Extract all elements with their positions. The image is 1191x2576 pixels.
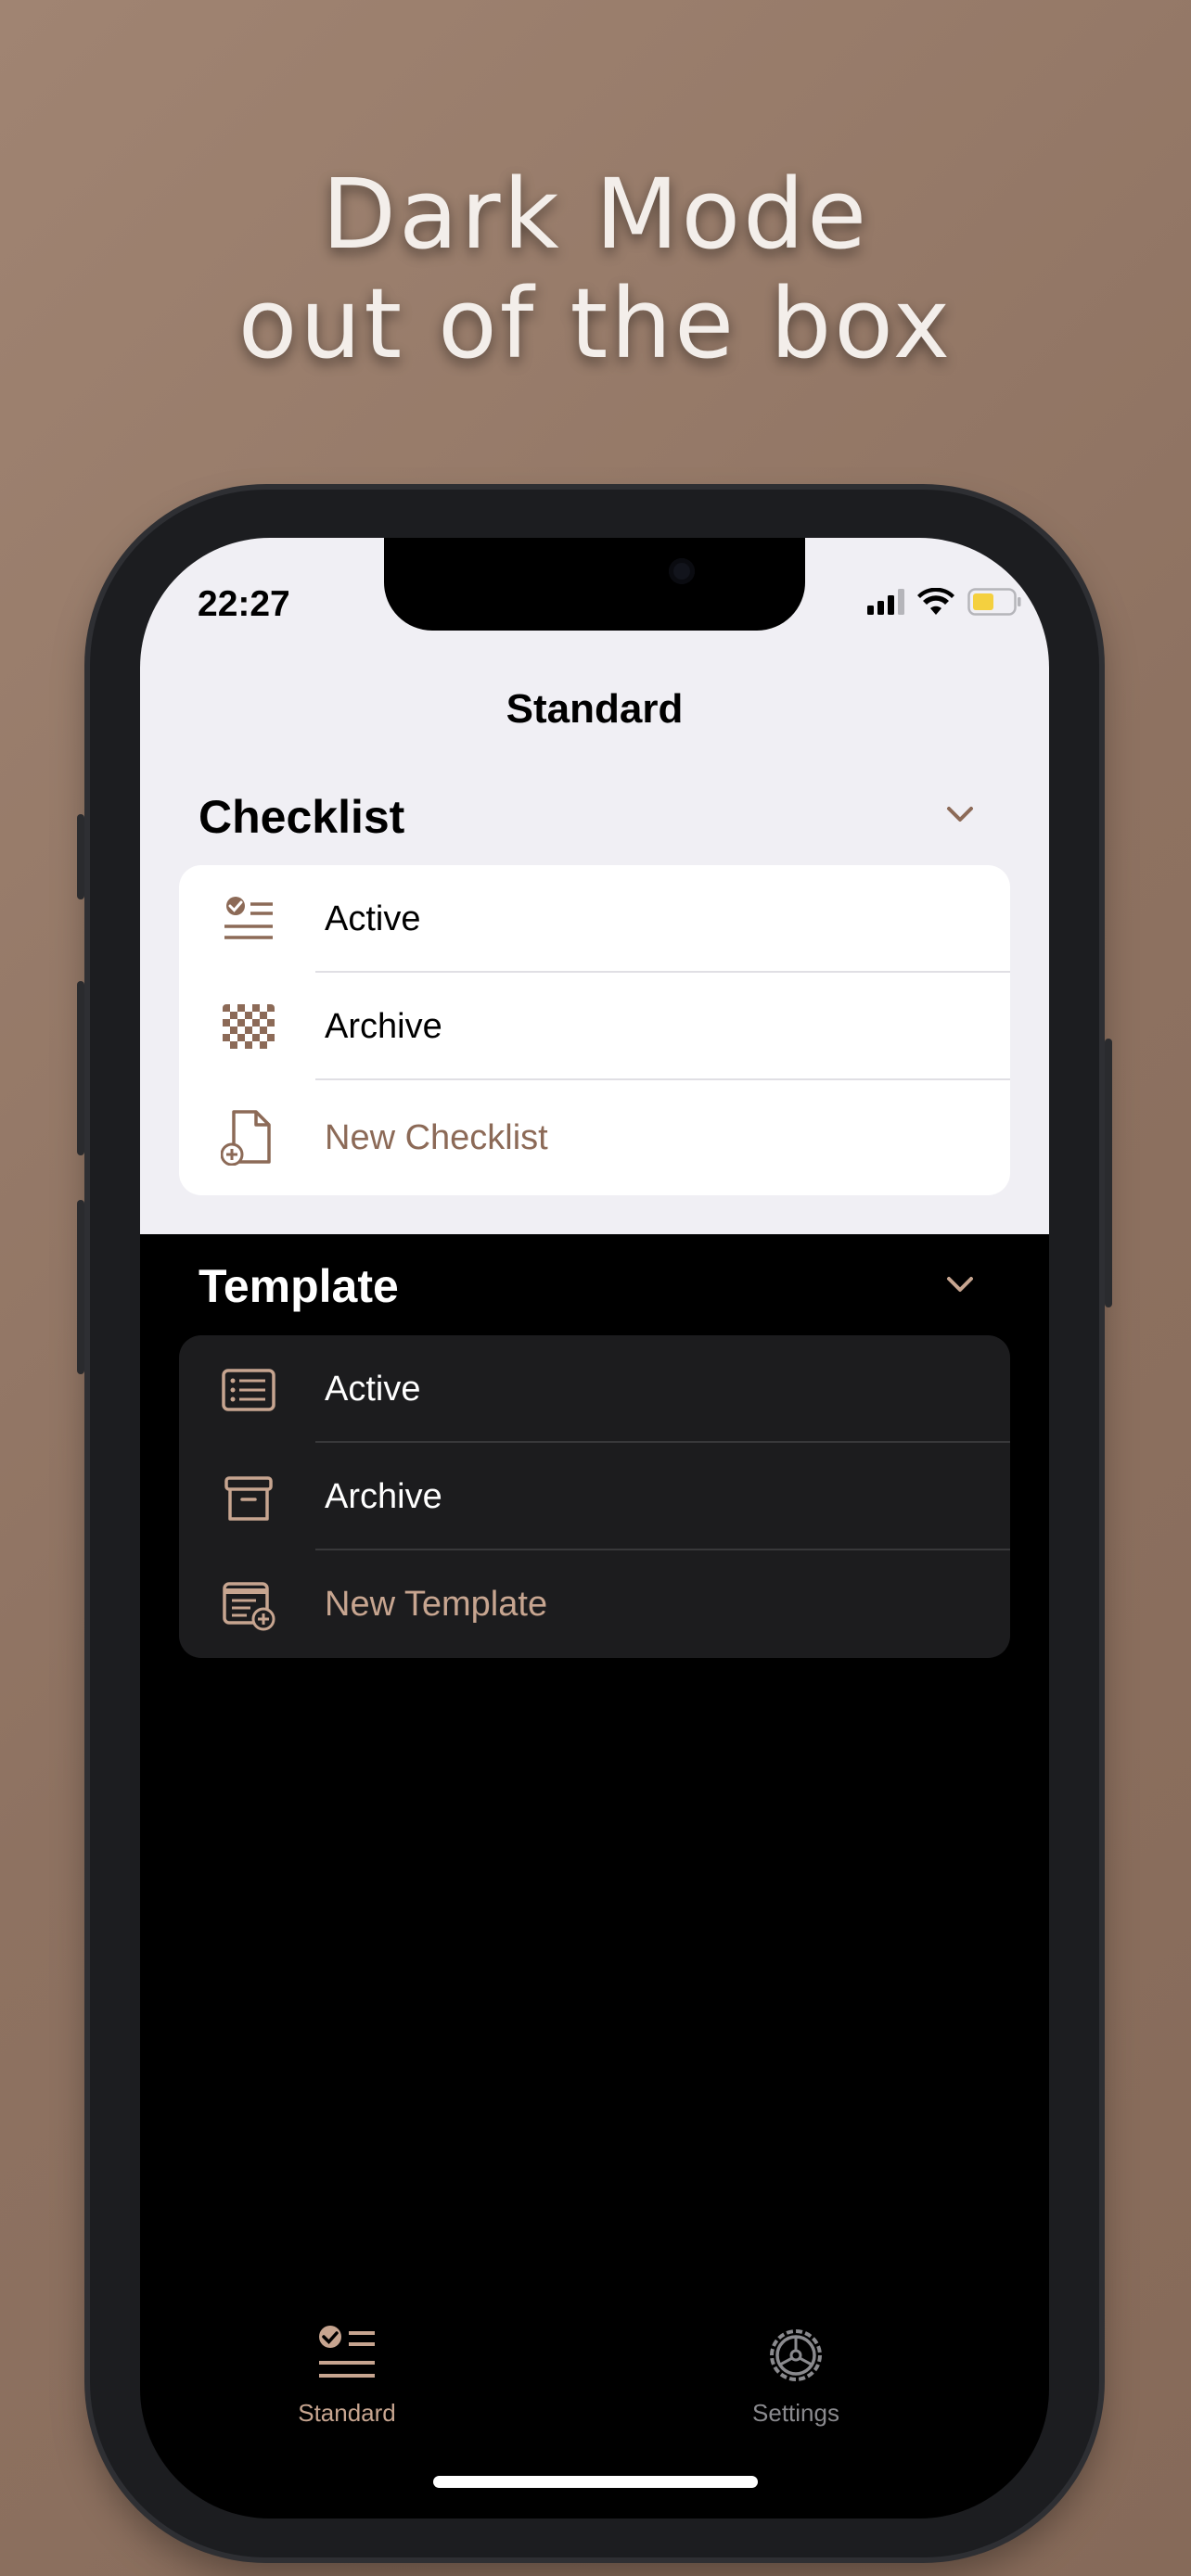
checklist-icon — [224, 897, 273, 939]
template-active-label: Active — [325, 1370, 421, 1409]
template-archive-label: Archive — [325, 1477, 442, 1516]
status-time: 22:27 — [198, 584, 290, 624]
phone-screen: 22:27 Standard Checklist Active Archive … — [140, 538, 1049, 2519]
new-checklist-label: New Checklist — [325, 1118, 548, 1157]
status-icons — [867, 588, 1021, 616]
mute-switch — [77, 814, 84, 899]
checklist-section-header: Checklist — [198, 791, 405, 843]
new-template-label: New Template — [325, 1585, 548, 1624]
template-section-header: Template — [198, 1260, 399, 1312]
volume-up-button — [77, 981, 84, 1155]
checklist-card: Active Archive New Checklist — [179, 865, 1010, 1195]
template-archive-row[interactable]: Archive — [179, 1443, 1010, 1550]
list-icon — [222, 1369, 275, 1411]
chevron-down-icon[interactable] — [941, 796, 979, 833]
checklist-active-label: Active — [325, 899, 421, 938]
volume-down-button — [77, 1200, 84, 1374]
notch — [384, 538, 805, 631]
checklist-archive-label: Archive — [325, 1007, 442, 1046]
chevron-down-icon[interactable] — [941, 1266, 979, 1303]
tab-settings-label: Settings — [752, 2399, 839, 2427]
wifi-icon — [917, 588, 954, 615]
new-checklist-row[interactable]: New Checklist — [179, 1080, 1010, 1195]
promo-headline-line2: out of the box — [237, 267, 954, 380]
archive-box-icon — [224, 1476, 273, 1521]
tab-standard[interactable]: Standard — [254, 2322, 440, 2428]
battery-icon — [967, 588, 1021, 616]
nav-title: Standard — [506, 686, 684, 732]
new-document-icon — [221, 1110, 271, 1166]
power-button — [1105, 1039, 1112, 1307]
promo-headline-line1: Dark Mode — [321, 158, 870, 271]
checklist-icon — [319, 2326, 375, 2378]
new-template-icon — [223, 1582, 275, 1631]
tab-settings[interactable]: Settings — [703, 2322, 889, 2428]
new-template-row[interactable]: New Template — [179, 1550, 1010, 1658]
template-card: Active Archive New Template — [179, 1335, 1010, 1658]
tab-bar: Standard Settings — [140, 2322, 1049, 2433]
template-active-row[interactable]: Active — [179, 1335, 1010, 1443]
tab-standard-label: Standard — [298, 2399, 396, 2427]
checkerboard-icon — [223, 1004, 275, 1049]
checklist-active-row[interactable]: Active — [179, 865, 1010, 973]
checklist-archive-row[interactable]: Archive — [179, 973, 1010, 1080]
home-indicator[interactable] — [433, 2476, 758, 2488]
gear-icon — [770, 2329, 822, 2381]
cellular-signal-icon — [867, 589, 904, 615]
front-camera — [669, 558, 695, 584]
